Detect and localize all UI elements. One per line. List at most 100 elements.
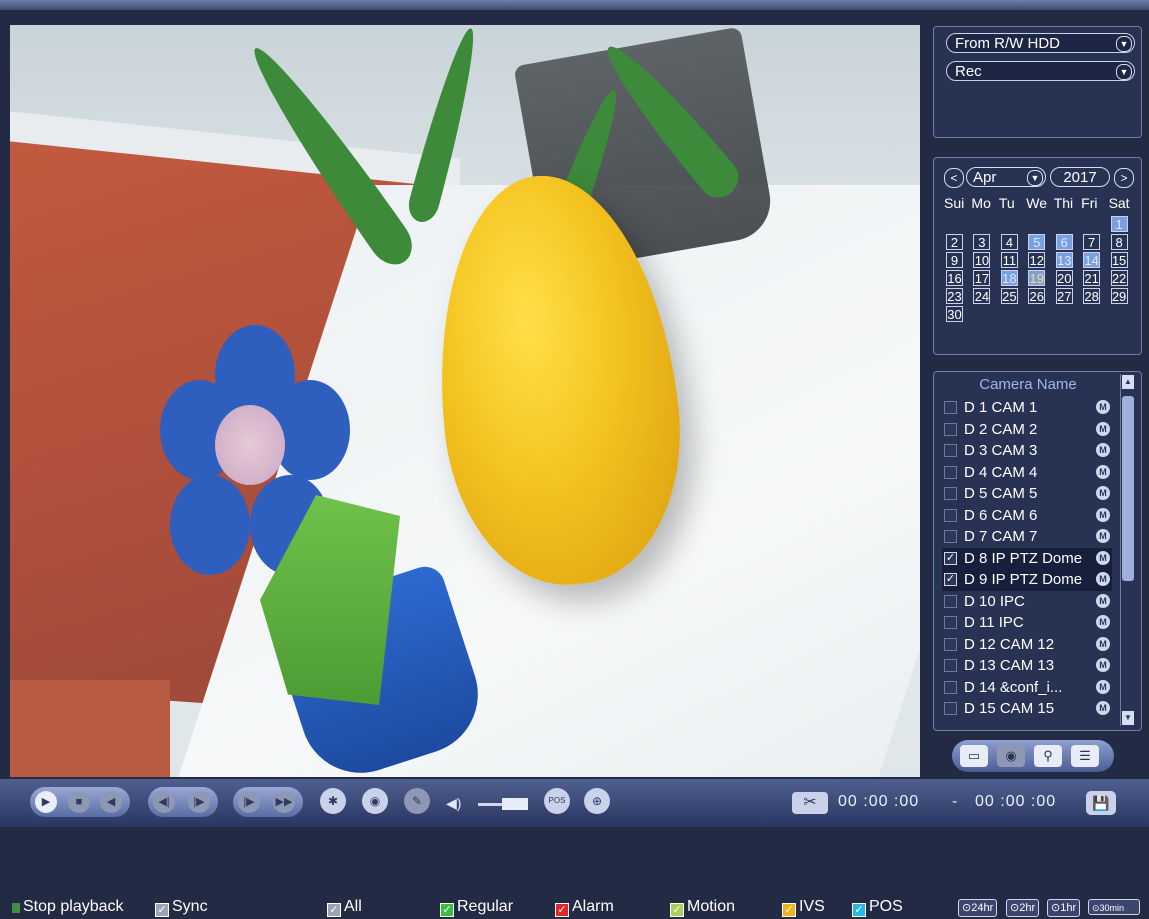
motion-mode-icon[interactable]: M <box>1096 464 1110 479</box>
camera-list-item[interactable]: D 15 CAM 15 M <box>942 698 1112 720</box>
timeline-30min-button[interactable]: ⊙30min <box>1088 899 1140 915</box>
camera-list-item[interactable]: D 6 CAM 6 M <box>942 505 1112 527</box>
calendar-day[interactable]: 4 <box>1000 234 1018 250</box>
calendar-day[interactable]: 30 <box>946 306 963 322</box>
motion-mode-icon[interactable]: M <box>1096 400 1110 414</box>
play-icon[interactable]: ▶ <box>35 791 57 813</box>
calendar-day[interactable]: 15 <box>1110 252 1128 268</box>
camera-checkbox[interactable]: ✓ <box>944 573 957 586</box>
camera-list-item[interactable]: D 1 CAM 1 M <box>942 397 1112 419</box>
calendar-day[interactable]: 25 <box>1000 288 1018 304</box>
camera-checkbox[interactable] <box>944 637 957 651</box>
regular-checkbox[interactable]: ✓ Regular <box>440 898 513 917</box>
calendar-day[interactable]: 21 <box>1083 270 1101 286</box>
calendar-day[interactable]: 20 <box>1055 270 1073 286</box>
camera-list-item[interactable]: D 2 CAM 2 M <box>942 419 1112 441</box>
calendar-day[interactable]: 13 <box>1055 252 1073 268</box>
motion-mode-icon[interactable]: M <box>1096 572 1110 586</box>
camera-checkbox[interactable] <box>944 659 957 672</box>
motion-checkbox[interactable]: ✓ Motion <box>670 898 735 917</box>
calendar-day[interactable]: 12 <box>1028 252 1046 268</box>
stop-playback-legend[interactable]: Stop playback <box>12 898 124 916</box>
camera-list-item[interactable]: ✓ D 9 IP PTZ Dome M <box>942 569 1112 591</box>
timeline-area[interactable]: Stop playback ✓ Sync ✓ All ✓ Regular ✓ Alarm… <box>0 827 1149 919</box>
calendar-day[interactable]: 22 <box>1110 270 1128 286</box>
motion-mode-icon[interactable]: M <box>1096 636 1110 651</box>
prev-month-button[interactable]: < <box>944 168 964 188</box>
calendar-day[interactable]: 24 <box>973 288 991 304</box>
calendar-day[interactable]: 3 <box>973 234 991 250</box>
fast-play-icon[interactable]: ▶▶ <box>273 791 295 813</box>
camera-checkbox[interactable] <box>944 487 957 500</box>
timeline-1hr-button[interactable]: ⊙1hr <box>1047 899 1081 917</box>
camera-checkbox[interactable] <box>944 530 957 543</box>
timeline-2hr-button[interactable]: ⊙2hr <box>1006 899 1040 917</box>
camera-checkbox[interactable] <box>944 594 957 608</box>
camera-checkbox[interactable] <box>944 444 957 457</box>
calendar-day[interactable]: 27 <box>1055 288 1073 304</box>
smart-search-icon[interactable]: ◉ <box>997 745 1025 767</box>
snapshot-camera-icon[interactable]: ◉ <box>362 788 388 814</box>
prev-frame-icon[interactable]: ◀| <box>153 791 175 813</box>
motion-mode-icon[interactable]: M <box>1096 443 1110 457</box>
camera-checkbox[interactable] <box>944 508 957 522</box>
motion-mode-icon[interactable]: M <box>1096 615 1110 629</box>
camera-list-item[interactable]: D 4 CAM 4 M <box>942 462 1112 484</box>
save-backup-icon[interactable]: 💾 <box>1086 791 1116 815</box>
play-backward-icon[interactable]: ◀ <box>100 791 122 813</box>
pos-checkbox[interactable]: ✓ POS <box>852 898 903 917</box>
camera-checkbox[interactable] <box>944 680 957 694</box>
motion-mode-icon[interactable]: M <box>1096 658 1110 672</box>
motion-mode-icon[interactable]: M <box>1096 421 1110 436</box>
camera-checkbox[interactable] <box>944 616 957 629</box>
tag-search-icon[interactable]: ⚲ <box>1034 745 1062 767</box>
motion-mode-icon[interactable]: M <box>1096 593 1110 608</box>
calendar-day[interactable]: 28 <box>1083 288 1101 304</box>
calendar-day[interactable]: 14 <box>1083 252 1101 268</box>
motion-mode-icon[interactable]: M <box>1096 507 1110 522</box>
storage-source-select[interactable]: From R/W HDD ▼ <box>946 33 1135 53</box>
calendar-day[interactable]: 6 <box>1055 234 1073 250</box>
camera-checkbox[interactable] <box>944 401 957 414</box>
all-checkbox[interactable]: ✓ All <box>327 898 362 917</box>
volume-slider[interactable] <box>478 798 528 810</box>
slow-play-icon[interactable]: |▶ <box>238 791 260 813</box>
year-field[interactable]: 2017 <box>1050 167 1110 187</box>
camera-list-item[interactable]: D 11 IPC M <box>942 612 1112 634</box>
volume-icon[interactable]: ◀) <box>446 795 461 812</box>
record-type-select[interactable]: Rec ▼ <box>946 61 1135 81</box>
scroll-down-icon[interactable]: ▼ <box>1122 711 1134 725</box>
calendar-day[interactable]: 2 <box>946 234 963 250</box>
smart-search-person-icon[interactable]: ✱ <box>320 788 346 814</box>
file-list-icon[interactable]: ☰ <box>1071 745 1099 767</box>
calendar-day[interactable]: 17 <box>973 270 991 286</box>
camera-checkbox[interactable] <box>944 702 957 715</box>
stop-icon[interactable]: ■ <box>68 791 90 813</box>
camera-list-item[interactable]: D 3 CAM 3 M <box>942 440 1112 462</box>
camera-list-item[interactable]: D 5 CAM 5 M <box>942 483 1112 505</box>
clip-scissors-icon[interactable]: ✂ <box>792 792 828 814</box>
calendar-day[interactable]: 1 <box>1110 216 1128 232</box>
sync-checkbox[interactable]: ✓ Sync <box>155 898 208 917</box>
alarm-checkbox[interactable]: ✓ Alarm <box>555 898 614 917</box>
camera-checkbox[interactable] <box>944 465 957 479</box>
calendar-day[interactable]: 10 <box>973 252 991 268</box>
video-playback-view[interactable] <box>10 25 920 777</box>
scroll-thumb[interactable] <box>1122 396 1134 581</box>
camera-list-item[interactable]: D 13 CAM 13 M <box>942 655 1112 677</box>
camera-checkbox[interactable] <box>944 422 957 436</box>
camera-list-item[interactable]: D 10 IPC M <box>942 591 1112 613</box>
camera-list-item[interactable]: D 14 &conf_i... M <box>942 677 1112 699</box>
calendar-day[interactable]: 5 <box>1028 234 1046 250</box>
camera-list-item[interactable]: ✓ D 8 IP PTZ Dome M <box>942 547 1112 569</box>
camera-list-scrollbar[interactable]: ▲ ▼ <box>1120 374 1136 726</box>
calendar-day[interactable]: 23 <box>946 288 963 304</box>
pos-display-icon[interactable]: POS <box>544 788 570 814</box>
calendar-day[interactable]: 16 <box>946 270 963 286</box>
calendar-day[interactable]: 26 <box>1028 288 1046 304</box>
calendar-day[interactable]: 29 <box>1110 288 1128 304</box>
camera-checkbox[interactable]: ✓ <box>944 551 957 565</box>
ivs-checkbox[interactable]: ✓ IVS <box>782 898 825 917</box>
motion-mode-icon[interactable]: M <box>1096 701 1110 715</box>
mark-pin-icon[interactable]: ✎ <box>404 788 430 814</box>
